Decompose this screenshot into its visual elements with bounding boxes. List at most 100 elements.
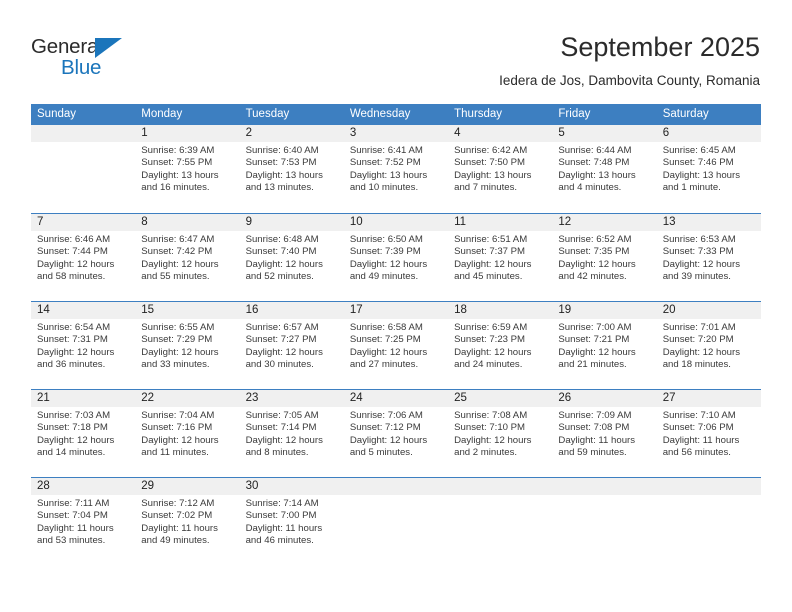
day-details: Sunrise: 7:04 AM Sunset: 7:16 PM Daylight:… <box>135 407 239 460</box>
day-cell[interactable]: 20 Sunrise: 7:01 AM Sunset: 7:20 PM Dayligh… <box>656 302 761 389</box>
daylight-text-line2: and 7 minutes. <box>454 182 518 194</box>
day-cell[interactable]: 1 Sunrise: 6:39 AM Sunset: 7:55 PM Daylight… <box>135 125 240 213</box>
day-cell[interactable]: 4 Sunrise: 6:42 AM Sunset: 7:50 PM Daylight… <box>448 125 553 213</box>
daylight-text-line2: and 39 minutes. <box>662 271 731 283</box>
day-number: 4 <box>448 125 553 142</box>
sunset-text: Sunset: 7:18 PM <box>37 422 108 434</box>
day-details: Sunrise: 6:42 AM Sunset: 7:50 PM Daylight:… <box>448 142 552 195</box>
sunrise-text: Sunrise: 7:08 AM <box>454 410 528 421</box>
weekday-header-wednesday: Wednesday <box>349 108 411 120</box>
daylight-text-line1: Daylight: 12 hours <box>245 258 323 270</box>
daylight-text-line2: and 5 minutes. <box>349 447 413 459</box>
day-cell[interactable]: 18 Sunrise: 6:59 AM Sunset: 7:23 PM Dayligh… <box>448 302 553 389</box>
day-cell[interactable]: 11 Sunrise: 6:51 AM Sunset: 7:37 PM Dayligh… <box>448 214 553 301</box>
sunrise-text: Sunrise: 6:46 AM <box>37 234 111 245</box>
sunset-text: Sunset: 7:37 PM <box>454 246 526 258</box>
day-cell[interactable]: 2 Sunrise: 6:40 AM Sunset: 7:53 PM Daylight… <box>239 125 344 213</box>
sunset-text: Sunset: 7:44 PM <box>37 246 108 258</box>
day-cell[interactable]: 24 Sunrise: 7:06 AM Sunset: 7:12 PM Dayligh… <box>343 390 449 477</box>
day-cell[interactable]: 16 Sunrise: 6:57 AM Sunset: 7:27 PM Dayligh… <box>239 302 344 389</box>
day-cell[interactable]: 6 Sunrise: 6:45 AM Sunset: 7:46 PM Daylight… <box>656 125 761 213</box>
day-cell[interactable]: 30 Sunrise: 7:14 AM Sunset: 7:00 PM Dayligh… <box>239 478 344 565</box>
day-number: 11 <box>448 214 553 231</box>
day-details: Sunrise: 6:59 AM Sunset: 7:23 PM Daylight:… <box>448 319 552 372</box>
day-cell[interactable]: 17 Sunrise: 6:58 AM Sunset: 7:25 PM Dayligh… <box>343 302 449 389</box>
daylight-text-line1: Daylight: 12 hours <box>349 434 428 446</box>
day-details: Sunrise: 7:08 AM Sunset: 7:10 PM Daylight:… <box>448 407 552 460</box>
day-cell[interactable]: 26 Sunrise: 7:09 AM Sunset: 7:08 PM Dayligh… <box>552 390 657 477</box>
logo-text-blue: Blue <box>61 56 102 79</box>
sunrise-text: Sunrise: 7:14 AM <box>245 498 319 509</box>
daylight-text-line1: Daylight: 12 hours <box>349 346 428 358</box>
daylight-text-line2: and 53 minutes. <box>37 535 106 547</box>
day-cell[interactable]: 9 Sunrise: 6:48 AM Sunset: 7:40 PM Daylight… <box>239 214 344 301</box>
day-details: Sunrise: 6:53 AM Sunset: 7:33 PM Daylight:… <box>657 231 761 284</box>
sunrise-text: Sunrise: 7:00 AM <box>558 322 632 333</box>
sunset-text: Sunset: 7:16 PM <box>141 422 213 434</box>
day-cell-empty <box>343 478 449 565</box>
sunset-text: Sunset: 7:12 PM <box>349 422 421 434</box>
day-number: 16 <box>239 302 344 319</box>
sunrise-text: Sunrise: 7:09 AM <box>558 410 632 421</box>
day-number: 5 <box>552 125 657 142</box>
day-number: 28 <box>31 478 136 495</box>
day-cell[interactable]: 3 Sunrise: 6:41 AM Sunset: 7:52 PM Daylight… <box>343 125 449 213</box>
day-number: 21 <box>31 390 136 407</box>
day-cell[interactable]: 23 Sunrise: 7:05 AM Sunset: 7:14 PM Dayligh… <box>239 390 344 477</box>
day-cell[interactable]: 19 Sunrise: 7:00 AM Sunset: 7:21 PM Dayligh… <box>552 302 657 389</box>
calendar-weeks: 1 Sunrise: 6:39 AM Sunset: 7:55 PM Daylight… <box>31 125 761 565</box>
week-row: 21 Sunrise: 7:03 AM Sunset: 7:18 PM Dayligh… <box>31 389 761 477</box>
daylight-text-line1: Daylight: 11 hours <box>141 522 218 534</box>
day-number: 13 <box>656 214 761 231</box>
sunrise-text: Sunrise: 6:41 AM <box>349 145 423 156</box>
day-cell[interactable]: 27 Sunrise: 7:10 AM Sunset: 7:06 PM Dayligh… <box>656 390 761 477</box>
day-cell[interactable]: 29 Sunrise: 7:12 AM Sunset: 7:02 PM Dayligh… <box>135 478 240 565</box>
day-number: 6 <box>656 125 761 142</box>
sunrise-text: Sunrise: 6:55 AM <box>141 322 215 333</box>
daylight-text-line2: and 2 minutes. <box>454 447 518 459</box>
daylight-text-line1: Daylight: 12 hours <box>454 258 532 270</box>
sunset-text: Sunset: 7:04 PM <box>37 510 108 522</box>
day-cell[interactable]: 14 Sunrise: 6:54 AM Sunset: 7:31 PM Dayligh… <box>31 302 136 389</box>
sunrise-text: Sunrise: 6:47 AM <box>141 234 215 245</box>
day-cell[interactable]: 25 Sunrise: 7:08 AM Sunset: 7:10 PM Dayligh… <box>448 390 553 477</box>
day-cell[interactable]: 13 Sunrise: 6:53 AM Sunset: 7:33 PM Dayligh… <box>656 214 761 301</box>
general-blue-logo[interactable]: General Blue <box>31 35 161 83</box>
day-cell[interactable]: 28 Sunrise: 7:11 AM Sunset: 7:04 PM Dayligh… <box>31 478 136 565</box>
sunset-text: Sunset: 7:40 PM <box>245 246 317 258</box>
day-cell[interactable]: 15 Sunrise: 6:55 AM Sunset: 7:29 PM Dayligh… <box>135 302 240 389</box>
day-cell[interactable]: 21 Sunrise: 7:03 AM Sunset: 7:18 PM Dayligh… <box>31 390 136 477</box>
day-details: Sunrise: 6:50 AM Sunset: 7:39 PM Daylight:… <box>344 231 448 284</box>
week-row: 28 Sunrise: 7:11 AM Sunset: 7:04 PM Dayligh… <box>31 477 761 565</box>
weekday-header-sunday: Sunday <box>37 108 77 120</box>
sunrise-text: Sunrise: 6:45 AM <box>662 145 736 156</box>
day-details: Sunrise: 7:14 AM Sunset: 7:00 PM Daylight:… <box>240 495 344 548</box>
day-details: Sunrise: 6:47 AM Sunset: 7:42 PM Daylight:… <box>135 231 239 284</box>
day-cell[interactable]: 22 Sunrise: 7:04 AM Sunset: 7:16 PM Dayligh… <box>135 390 240 477</box>
day-cell[interactable]: 5 Sunrise: 6:44 AM Sunset: 7:48 PM Daylight… <box>552 125 657 213</box>
day-number: 17 <box>343 302 449 319</box>
day-number: 15 <box>135 302 240 319</box>
daylight-text-line2: and 30 minutes. <box>245 359 314 371</box>
day-details: Sunrise: 6:40 AM Sunset: 7:53 PM Daylight:… <box>240 142 344 195</box>
daylight-text-line1: Daylight: 12 hours <box>37 258 115 270</box>
daylight-text-line2: and 42 minutes. <box>558 271 627 283</box>
daylight-text-line2: and 13 minutes. <box>245 182 314 194</box>
day-number: 22 <box>135 390 240 407</box>
day-cell[interactable]: 12 Sunrise: 6:52 AM Sunset: 7:35 PM Dayligh… <box>552 214 657 301</box>
daylight-text-line1: Daylight: 11 hours <box>662 434 740 446</box>
daylight-text-line2: and 4 minutes. <box>558 182 622 194</box>
weekday-header-monday: Monday <box>141 108 183 120</box>
daylight-text-line2: and 55 minutes. <box>141 271 210 283</box>
daylight-text-line1: Daylight: 11 hours <box>558 434 636 446</box>
day-number <box>343 478 449 495</box>
day-cell-empty <box>552 478 657 565</box>
sunrise-text: Sunrise: 6:53 AM <box>662 234 736 245</box>
daylight-text-line2: and 46 minutes. <box>245 535 314 547</box>
sunset-text: Sunset: 7:06 PM <box>662 422 734 434</box>
day-cell[interactable]: 10 Sunrise: 6:50 AM Sunset: 7:39 PM Dayligh… <box>343 214 449 301</box>
day-cell[interactable]: 8 Sunrise: 6:47 AM Sunset: 7:42 PM Daylight… <box>135 214 240 301</box>
day-details: Sunrise: 6:55 AM Sunset: 7:29 PM Daylight:… <box>135 319 239 372</box>
day-cell[interactable]: 7 Sunrise: 6:46 AM Sunset: 7:44 PM Daylight… <box>31 214 136 301</box>
day-number: 26 <box>552 390 657 407</box>
